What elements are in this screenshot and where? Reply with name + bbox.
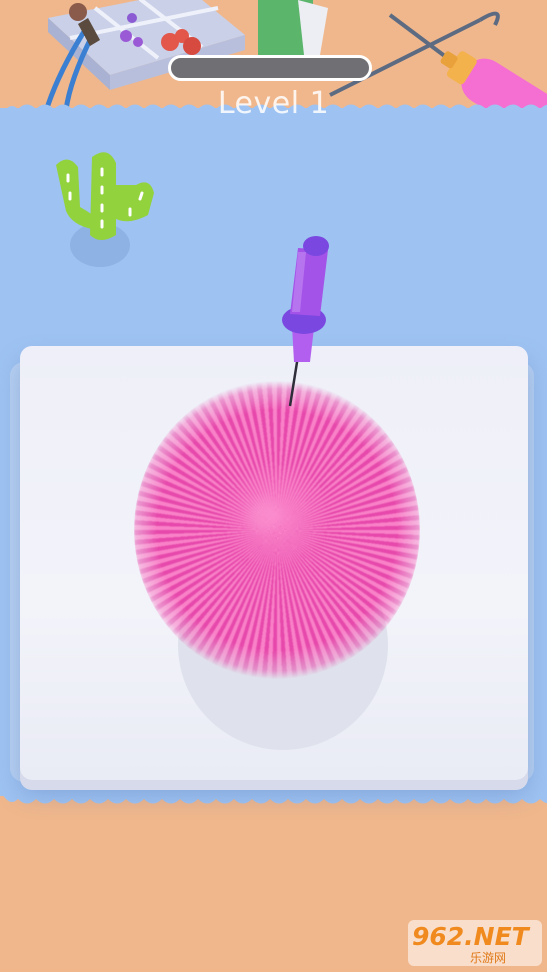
game-scene[interactable]: Level 1 962.NET 乐游网 <box>0 0 547 972</box>
level-label: Level 1 <box>217 86 330 121</box>
watermark-subtext: 乐游网 <box>470 951 507 965</box>
green-roll-icon <box>258 0 328 55</box>
felting-needle-icon[interactable] <box>270 228 350 410</box>
watermark-text: 962.NET <box>412 922 529 951</box>
level-progress-bar <box>168 55 372 81</box>
cactus-ornament-icon <box>56 152 154 267</box>
wool-highlight <box>220 460 330 570</box>
mat-scallop-bottom <box>0 790 547 804</box>
